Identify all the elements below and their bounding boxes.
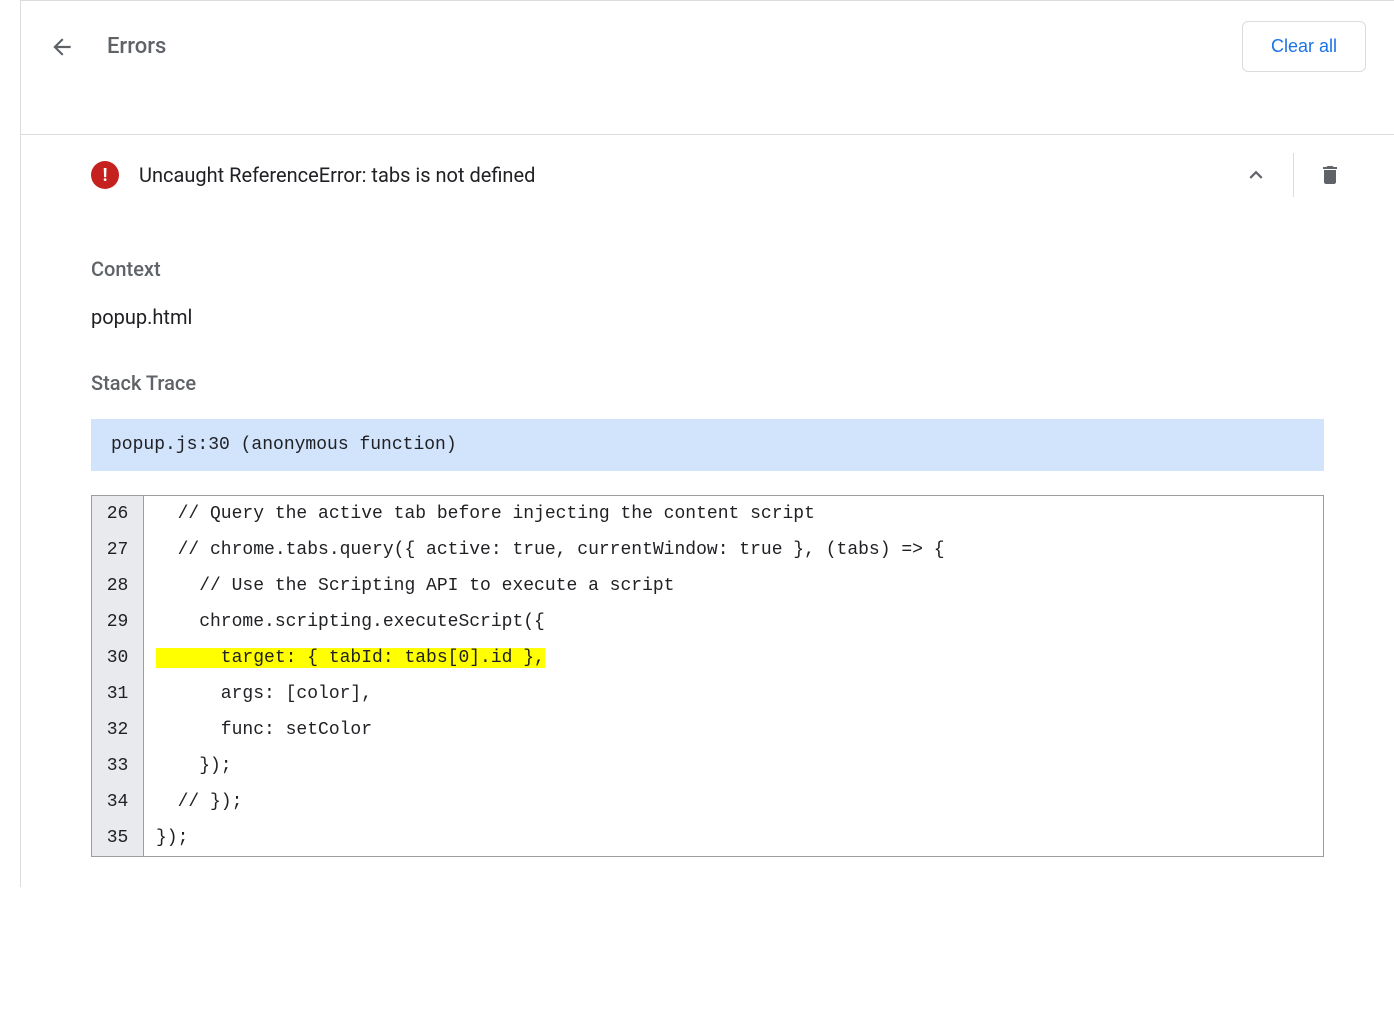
code-line: 27 // chrome.tabs.query({ active: true, … [92, 532, 1323, 568]
line-number: 31 [92, 676, 144, 712]
line-number: 30 [92, 640, 144, 676]
arrow-left-icon [49, 34, 75, 60]
code-line: 29 chrome.scripting.executeScript({ [92, 604, 1323, 640]
code-line: 26 // Query the active tab before inject… [92, 496, 1323, 532]
error-details: Context popup.html Stack Trace popup.js:… [21, 257, 1394, 887]
code-line: 31 args: [color], [92, 676, 1323, 712]
context-value: popup.html [91, 305, 1324, 329]
error-block: ! Uncaught ReferenceError: tabs is not d… [21, 134, 1394, 887]
clear-all-button[interactable]: Clear all [1242, 21, 1366, 72]
chevron-up-icon [1243, 162, 1269, 188]
code-line: 34 // }); [92, 784, 1323, 820]
error-icon: ! [91, 161, 119, 189]
page-title: Errors [107, 34, 166, 59]
collapse-button[interactable] [1219, 154, 1293, 196]
line-number: 35 [92, 820, 144, 856]
line-content: func: setColor [144, 712, 1323, 748]
line-number: 33 [92, 748, 144, 784]
error-header: ! Uncaught ReferenceError: tabs is not d… [21, 135, 1394, 215]
line-number: 34 [92, 784, 144, 820]
line-content: // chrome.tabs.query({ active: true, cur… [144, 532, 1323, 568]
page-header: Errors Clear all [21, 1, 1394, 92]
line-content: // Use the Scripting API to execute a sc… [144, 568, 1323, 604]
stack-trace-title: Stack Trace [91, 371, 1324, 395]
code-line: 32 func: setColor [92, 712, 1323, 748]
code-line: 28 // Use the Scripting API to execute a… [92, 568, 1323, 604]
line-content: // }); [144, 784, 1323, 820]
line-number: 28 [92, 568, 144, 604]
line-number: 26 [92, 496, 144, 532]
trash-icon [1318, 163, 1342, 187]
line-number: 32 [92, 712, 144, 748]
stack-trace-location: popup.js:30 (anonymous function) [91, 419, 1324, 471]
line-number: 27 [92, 532, 144, 568]
delete-button[interactable] [1294, 155, 1366, 195]
line-content: // Query the active tab before injecting… [144, 496, 1323, 532]
line-content: }); [144, 748, 1323, 784]
highlighted-code: target: { tabId: tabs[0].id }, [156, 648, 545, 668]
error-message: Uncaught ReferenceError: tabs is not def… [139, 163, 535, 187]
line-content: }); [144, 820, 1323, 856]
code-line: 35}); [92, 820, 1323, 856]
line-content: chrome.scripting.executeScript({ [144, 604, 1323, 640]
line-number: 29 [92, 604, 144, 640]
line-content: target: { tabId: tabs[0].id }, [144, 640, 1323, 676]
context-title: Context [91, 257, 1324, 281]
line-content: args: [color], [144, 676, 1323, 712]
back-button[interactable] [49, 34, 75, 60]
code-line: 33 }); [92, 748, 1323, 784]
code-line: 30 target: { tabId: tabs[0].id }, [92, 640, 1323, 676]
code-block: 26 // Query the active tab before inject… [91, 495, 1324, 857]
